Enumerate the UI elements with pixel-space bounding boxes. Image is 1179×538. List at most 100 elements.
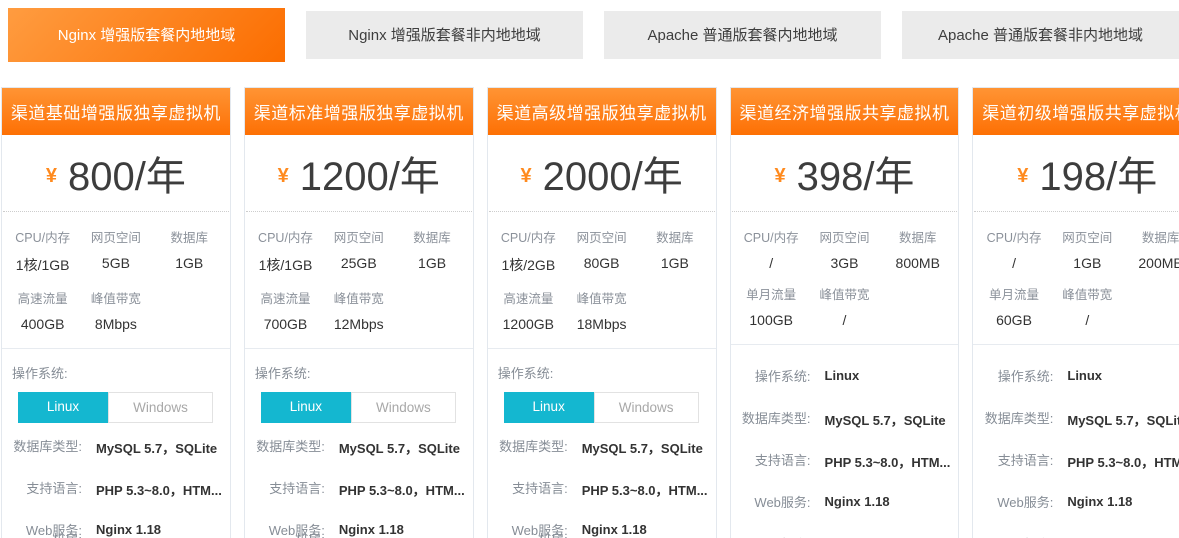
detail-row-web-server: Web服务: Nginx 1.18	[981, 494, 1179, 513]
os-label: 操作系统:	[981, 368, 1053, 387]
spec-value: /	[1051, 312, 1124, 328]
spec-label: CPU/内存	[977, 227, 1050, 246]
plan-specs: CPU/内存/ 网页空间3GB 数据库800MB 单月流量100GB 峰值带宽/	[731, 212, 959, 345]
spec-label: 峰值带宽	[322, 288, 395, 307]
plan-specs: CPU/内存/ 网页空间1GB 数据库200MB 单月流量60GB 峰值带宽/	[973, 212, 1179, 345]
windows-button[interactable]: Windows	[108, 392, 213, 423]
spec-label: 峰值带宽	[1051, 284, 1124, 303]
price-amount: 398/年	[797, 144, 915, 202]
detail-value: Nginx 1.18	[96, 522, 161, 538]
windows-button[interactable]: Windows	[351, 392, 456, 423]
plan-card-advanced: 渠道高级增强版独享虚拟机 ¥ 2000/年 CPU/内存1核/2GB 网页空间8…	[487, 87, 717, 538]
detail-value: MySQL 5.7，SQLite	[582, 438, 703, 457]
spec-value: 200MB	[1124, 255, 1179, 271]
plan-card-standard: 渠道标准增强版独享虚拟机 ¥ 1200/年 CPU/内存1核/1GB 网页空间2…	[244, 87, 474, 538]
currency-symbol: ¥	[520, 165, 531, 188]
spec-value: 25GB	[322, 255, 395, 271]
detail-value: Nginx 1.18	[1067, 494, 1132, 513]
detail-label: 数据库类型:	[253, 438, 325, 457]
detail-value: PHP 5.3~8.0，HTM...	[96, 480, 222, 499]
spec-label: 数据库	[153, 227, 226, 246]
spec-label: 数据库	[881, 227, 954, 246]
detail-row-languages: 支持语言:PHP 5.3~8.0，HTM...	[981, 452, 1179, 471]
detail-value: PHP 5.3~8.0，HTM...	[825, 452, 951, 471]
detail-row-languages: 支持语言:PHP 5.3~8.0，HTM...	[739, 452, 951, 471]
detail-row-db-type: 数据库类型: MySQL 5.7，SQLite	[496, 438, 708, 457]
os-toggle: Linux Windows	[504, 392, 708, 423]
spec-label: 峰值带宽	[79, 288, 152, 307]
plan-card-entry: 渠道初级增强版共享虚拟机 ¥ 198/年 CPU/内存/ 网页空间1GB 数据库…	[972, 87, 1179, 538]
spec-label: 峰值带宽	[808, 284, 881, 303]
detail-label: 数据库类型:	[739, 410, 811, 429]
plan-specs: CPU/内存1核/2GB 网页空间80GB 数据库1GB 高速流量1200GB …	[488, 212, 716, 349]
os-label: 操作系统:	[498, 363, 708, 382]
plan-details: 操作系统: Linux Windows 数据库类型:MySQL 5.7，SQLi…	[2, 349, 230, 538]
detail-row-os: 操作系统: Linux	[981, 368, 1179, 387]
detail-label: Web服务:	[981, 494, 1053, 513]
tab-nginx-enhanced-mainland[interactable]: Nginx 增强版套餐内地地域	[8, 8, 285, 62]
detail-label: 支持语言:	[10, 480, 82, 499]
plan-price: ¥ 198/年	[974, 135, 1179, 212]
spec-value: 1核/1GB	[6, 255, 79, 275]
os-value: Linux	[1067, 368, 1102, 387]
detail-value: MySQL 5.7，SQLite	[825, 410, 946, 429]
currency-symbol: ¥	[774, 165, 785, 188]
spec-value: 5GB	[79, 255, 152, 271]
price-amount: 198/年	[1039, 144, 1157, 202]
spec-label: CPU/内存	[6, 227, 79, 246]
tab-apache-basic-mainland[interactable]: Apache 普通版套餐内地地域	[604, 11, 881, 59]
plan-specs: CPU/内存1核/1GB 网页空间25GB 数据库1GB 高速流量700GB 峰…	[245, 212, 473, 349]
linux-button[interactable]: Linux	[261, 392, 351, 423]
spec-value: 12Mbps	[322, 316, 395, 332]
plan-title: 渠道标准增强版独享虚拟机	[245, 88, 473, 135]
spec-value: 400GB	[6, 316, 79, 332]
tab-nginx-enhanced-non-mainland[interactable]: Nginx 增强版套餐非内地地域	[306, 11, 583, 59]
plan-details: 操作系统: Linux Windows 数据库类型:MySQL 5.7，SQLi…	[245, 349, 473, 538]
detail-label: 机房:	[10, 531, 82, 538]
detail-row-os: 操作系统:Linux	[739, 368, 951, 387]
plan-card-basic: 渠道基础增强版独享虚拟机 ¥ 800/年 CPU/内存1核/1GB 网页空间5G…	[1, 87, 231, 538]
spec-label: 单月流量	[977, 284, 1050, 303]
detail-row-db-type: 数据库类型: MySQL 5.7，SQLite	[981, 410, 1179, 429]
spec-value: 1核/1GB	[249, 255, 322, 275]
spec-value: 1GB	[638, 255, 711, 271]
spec-value: 18Mbps	[565, 316, 638, 332]
detail-label: 数据库类型:	[10, 438, 82, 457]
spec-value: 1GB	[395, 255, 468, 271]
windows-button[interactable]: Windows	[594, 392, 699, 423]
linux-button[interactable]: Linux	[504, 392, 594, 423]
detail-row-languages: 支持语言:PHP 5.3~8.0，HTM...	[496, 480, 708, 499]
price-amount: 1200/年	[300, 144, 440, 202]
spec-label: 网页空间	[1051, 227, 1124, 246]
spec-value: /	[977, 255, 1050, 271]
os-label: 操作系统:	[739, 368, 811, 387]
plan-title: 渠道经济增强版共享虚拟机	[731, 88, 959, 135]
plan-details: 操作系统: Linux Windows 数据库类型: MySQL 5.7，SQLi…	[488, 349, 716, 538]
spec-value: 800MB	[881, 255, 954, 271]
detail-label: 数据库类型:	[981, 410, 1053, 429]
plan-card-list: 渠道基础增强版独享虚拟机 ¥ 800/年 CPU/内存1核/1GB 网页空间5G…	[0, 87, 1179, 538]
detail-row-languages: 支持语言:PHP 5.3~8.0，HTM...	[253, 480, 465, 499]
spec-label: 高速流量	[249, 288, 322, 307]
detail-row-db-type: 数据库类型:MySQL 5.7，SQLite	[10, 438, 222, 457]
spec-label: 网页空间	[565, 227, 638, 246]
plan-title: 渠道初级增强版共享虚拟机	[973, 88, 1179, 135]
linux-button[interactable]: Linux	[18, 392, 108, 423]
spec-label: CPU/内存	[492, 227, 565, 246]
spec-value: 3GB	[808, 255, 881, 271]
detail-label: 数据库类型:	[496, 438, 568, 457]
detail-row-db-type: 数据库类型: MySQL 5.7，SQLite	[739, 410, 951, 429]
spec-label: CPU/内存	[735, 227, 808, 246]
currency-symbol: ¥	[1017, 165, 1028, 188]
plan-card-economy: 渠道经济增强版共享虚拟机 ¥ 398/年 CPU/内存/ 网页空间3GB 数据库…	[730, 87, 960, 538]
os-label: 操作系统:	[12, 363, 222, 382]
tab-apache-basic-non-mainland[interactable]: Apache 普通版套餐非内地地域	[902, 11, 1179, 59]
spec-value: 700GB	[249, 316, 322, 332]
detail-label: 支持语言:	[253, 480, 325, 499]
detail-value: MySQL 5.7，SQLite	[1067, 410, 1179, 429]
detail-row-languages: 支持语言: PHP 5.3~8.0，HTM...	[10, 480, 222, 499]
spec-label: 数据库	[638, 227, 711, 246]
detail-row-web-server: Web服务:Nginx 1.18	[739, 494, 951, 513]
os-toggle: Linux Windows	[261, 392, 465, 423]
detail-row-db-type: 数据库类型:MySQL 5.7，SQLite	[253, 438, 465, 457]
